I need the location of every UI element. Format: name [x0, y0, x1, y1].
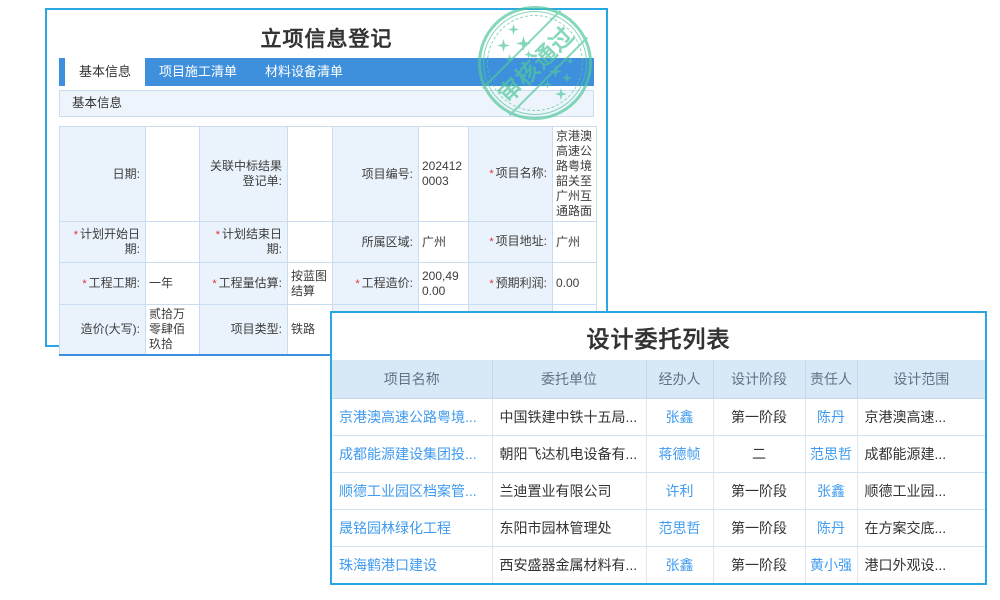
cell-client-unit: 中国铁建中铁十五局... — [492, 398, 646, 435]
required-asterisk: * — [355, 278, 359, 290]
field-value-linked-bid-result — [288, 127, 333, 222]
design-list-panel: 设计委托列表 项目名称委托单位经办人设计阶段责任人设计范围 京港澳高速公路粤境.… — [330, 311, 987, 585]
cell-design-scope: 京港澳高速... — [857, 398, 985, 435]
field-label-region: 所属区域: — [333, 222, 419, 263]
cell-client-unit: 东阳市园林管理处 — [492, 509, 646, 546]
field-label-project-address: *项目地址: — [469, 222, 553, 263]
page-title: 立项信息登记 — [47, 10, 606, 58]
field-value-cost-in-words: 贰拾万零肆佰玖拾 — [146, 305, 200, 356]
required-asterisk: * — [489, 236, 493, 248]
design-list-table: 项目名称委托单位经办人设计阶段责任人设计范围 京港澳高速公路粤境...中国铁建中… — [332, 360, 985, 583]
form-row: *工程工期:一年*工程量估算:按蓝图结算*工程造价:200,490.00*预期利… — [60, 263, 597, 305]
field-label-plan-start-date: *计划开始日期: — [60, 222, 146, 263]
cell-design-stage: 第一阶段 — [713, 398, 805, 435]
table-row: 晟铭园林绿化工程东阳市园林管理处范思哲第一阶段陈丹在方案交底... — [332, 509, 985, 546]
tab-construction-list[interactable]: 项目施工清单 — [145, 58, 251, 86]
cell-handler[interactable]: 范思哲 — [646, 509, 713, 546]
field-value-project-cost: 200,490.00 — [419, 263, 469, 305]
required-asterisk: * — [216, 229, 220, 241]
cell-project-name[interactable]: 顺德工业园区档案管... — [332, 472, 492, 509]
field-value-expected-profit: 0.00 — [553, 263, 597, 305]
field-label-project-type: 项目类型: — [200, 305, 288, 356]
field-label-project-no: 项目编号: — [333, 127, 419, 222]
field-label-date: 日期: — [60, 127, 146, 222]
cell-design-stage: 二 — [713, 435, 805, 472]
field-value-project-type: 铁路 — [288, 305, 333, 356]
cell-handler[interactable]: 张鑫 — [646, 398, 713, 435]
cell-handler[interactable]: 张鑫 — [646, 546, 713, 583]
cell-project-name[interactable]: 成都能源建设集团投... — [332, 435, 492, 472]
cell-owner[interactable]: 陈丹 — [805, 509, 857, 546]
field-label-expected-profit: *预期利润: — [469, 263, 553, 305]
cell-project-name[interactable]: 京港澳高速公路粤境... — [332, 398, 492, 435]
registration-panel: 立项信息登记 基本信息项目施工清单材料设备清单 基本信息 日期:关联中标结果登记… — [45, 8, 608, 347]
cell-client-unit: 西安盛器金属材料有... — [492, 546, 646, 583]
field-label-quantity-estimate: *工程量估算: — [200, 263, 288, 305]
column-header-design-scope: 设计范围 — [857, 360, 985, 398]
form-row: *计划开始日期:*计划结束日期:所属区域:广州*项目地址:广州 — [60, 222, 597, 263]
tab-bar: 基本信息项目施工清单材料设备清单 — [59, 58, 594, 86]
table-row: 顺德工业园区档案管...兰迪置业有限公司许利第一阶段张鑫顺德工业园... — [332, 472, 985, 509]
cell-design-scope: 在方案交底... — [857, 509, 985, 546]
cell-owner[interactable]: 黄小强 — [805, 546, 857, 583]
cell-owner[interactable]: 陈丹 — [805, 398, 857, 435]
cell-design-scope: 顺德工业园... — [857, 472, 985, 509]
required-asterisk: * — [489, 168, 493, 180]
column-header-client-unit: 委托单位 — [492, 360, 646, 398]
form-row: 日期: 关联中标结果登记单: 项目编号:2024120003*项目名称:京港澳高速公… — [60, 127, 597, 222]
column-header-project-name: 项目名称 — [332, 360, 492, 398]
section-header: 基本信息 — [59, 90, 594, 117]
column-header-handler: 经办人 — [646, 360, 713, 398]
cell-design-stage: 第一阶段 — [713, 509, 805, 546]
column-header-owner: 责任人 — [805, 360, 857, 398]
field-value-duration: 一年 — [146, 263, 200, 305]
field-value-project-address: 广州 — [553, 222, 597, 263]
field-value-plan-start-date — [146, 222, 200, 263]
field-label-project-cost: *工程造价: — [333, 263, 419, 305]
cell-design-stage: 第一阶段 — [713, 472, 805, 509]
table-row: 成都能源建设集团投...朝阳飞达机电设备有...蒋德帧二范思哲成都能源建... — [332, 435, 985, 472]
field-label-linked-bid-result: 关联中标结果登记单: — [200, 127, 288, 222]
required-asterisk: * — [74, 229, 78, 241]
cell-handler[interactable]: 蒋德帧 — [646, 435, 713, 472]
field-value-quantity-estimate: 按蓝图结算 — [288, 263, 333, 305]
table-row: 京港澳高速公路粤境...中国铁建中铁十五局...张鑫第一阶段陈丹京港澳高速... — [332, 398, 985, 435]
column-header-design-stage: 设计阶段 — [713, 360, 805, 398]
field-value-project-name: 京港澳高速公路粤境韶关至广州互通路面 — [553, 127, 597, 222]
cell-design-scope: 港口外观设... — [857, 546, 985, 583]
field-value-region: 广州 — [419, 222, 469, 263]
cell-handler[interactable]: 许利 — [646, 472, 713, 509]
field-label-project-name: *项目名称: — [469, 127, 553, 222]
field-label-duration: *工程工期: — [60, 263, 146, 305]
cell-design-scope: 成都能源建... — [857, 435, 985, 472]
cell-client-unit: 朝阳飞达机电设备有... — [492, 435, 646, 472]
required-asterisk: * — [82, 278, 86, 290]
cell-design-stage: 第一阶段 — [713, 546, 805, 583]
table-row: 珠海鹤港口建设西安盛器金属材料有...张鑫第一阶段黄小强港口外观设... — [332, 546, 985, 583]
cell-project-name[interactable]: 晟铭园林绿化工程 — [332, 509, 492, 546]
cell-client-unit: 兰迪置业有限公司 — [492, 472, 646, 509]
cell-owner[interactable]: 范思哲 — [805, 435, 857, 472]
field-value-plan-end-date — [288, 222, 333, 263]
field-value-date — [146, 127, 200, 222]
design-list-header-row: 项目名称委托单位经办人设计阶段责任人设计范围 — [332, 360, 985, 398]
design-list-title: 设计委托列表 — [332, 313, 985, 360]
cell-project-name[interactable]: 珠海鹤港口建设 — [332, 546, 492, 583]
tab-material-equipment-list[interactable]: 材料设备清单 — [251, 58, 357, 86]
required-asterisk: * — [489, 278, 493, 290]
required-asterisk: * — [212, 278, 216, 290]
field-label-cost-in-words: 造价(大写): — [60, 305, 146, 356]
field-value-project-no: 2024120003 — [419, 127, 469, 222]
cell-owner[interactable]: 张鑫 — [805, 472, 857, 509]
tab-basic-info[interactable]: 基本信息 — [65, 58, 145, 86]
field-label-plan-end-date: *计划结束日期: — [200, 222, 288, 263]
